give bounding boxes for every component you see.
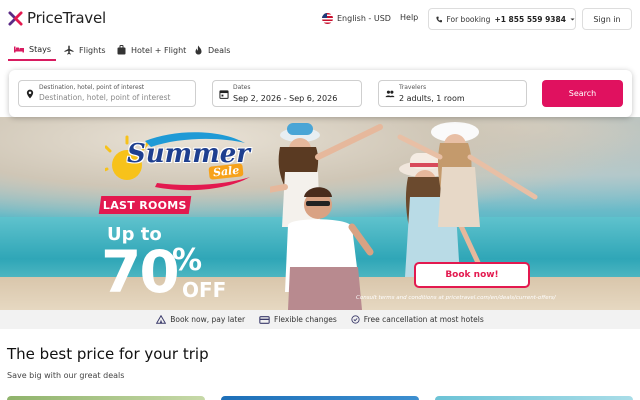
people-icon <box>385 90 395 98</box>
booking-phone-number: +1 855 559 9384 <box>494 14 566 24</box>
tab-deals-label: Deals <box>208 45 231 55</box>
travelers-field[interactable]: Travelers 2 adults, 1 room <box>378 80 527 107</box>
search-bar: Destination, hotel, point of interest Da… <box>9 70 632 117</box>
booking-prefix: For booking <box>446 14 491 24</box>
tab-flights-label: Flights <box>79 45 106 55</box>
bed-icon <box>14 44 24 54</box>
dates-label: Dates <box>233 84 251 91</box>
section-subtitle: Save big with our great deals <box>7 371 125 380</box>
tab-deals[interactable]: Deals <box>193 39 230 61</box>
deal-card[interactable] <box>7 396 205 400</box>
travelers-label: Travelers <box>399 84 427 91</box>
us-flag-icon <box>322 13 333 24</box>
tab-hotel-flight-label: Hotel + Flight <box>131 45 187 55</box>
sign-in-button[interactable]: Sign in <box>582 8 632 30</box>
benefits-strip: Book now, pay later Flexible changes Fre… <box>0 310 640 329</box>
destination-input[interactable] <box>39 93 189 102</box>
travelers-value: 2 adults, 1 room <box>399 94 465 103</box>
last-rooms-badge: LAST ROOMS <box>98 196 192 214</box>
terms-note[interactable]: Consult terms and conditions at pricetra… <box>356 295 556 301</box>
phone-icon <box>436 16 443 22</box>
last-rooms-text: LAST ROOMS <box>103 198 187 212</box>
help-link[interactable]: Help <box>400 13 418 22</box>
booking-phone-dropdown[interactable]: For booking +1 855 559 9384 <box>428 8 576 30</box>
logo[interactable]: PriceTravel <box>8 9 106 27</box>
discount-percent-sign: % <box>172 243 203 278</box>
suitcase-icon <box>116 45 126 55</box>
fire-icon <box>193 45 203 55</box>
benefit-free-cancellation-label: Free cancellation at most hotels <box>363 315 484 324</box>
logo-text: PriceTravel <box>27 9 106 27</box>
benefit-flexible-changes: Flexible changes <box>259 315 337 324</box>
section-title: The best price for your trip <box>7 345 209 363</box>
destination-field[interactable]: Destination, hotel, point of interest <box>18 80 196 107</box>
dates-value: Sep 2, 2026 - Sep 6, 2026 <box>233 94 338 103</box>
header: PriceTravel English - USD Help For booki… <box>0 0 640 38</box>
dates-field[interactable]: Dates Sep 2, 2026 - Sep 6, 2026 <box>212 80 362 107</box>
benefit-pay-later-label: Book now, pay later <box>170 315 246 324</box>
calendar-icon <box>219 90 229 99</box>
card-icon <box>259 315 270 324</box>
plane-icon <box>64 45 74 55</box>
chevron-down-icon <box>570 17 575 21</box>
benefit-flexible-changes-label: Flexible changes <box>274 315 337 324</box>
location-pin-icon <box>26 89 34 99</box>
discount-off-text: OFF <box>182 278 227 302</box>
language-selector[interactable]: English - USD <box>322 13 391 24</box>
check-circle-icon <box>351 315 360 324</box>
tab-stays-label: Stays <box>29 44 52 54</box>
language-label: English - USD <box>337 14 391 23</box>
tab-flights[interactable]: Flights <box>64 39 106 61</box>
summer-sale-banner[interactable]: Summer Sale LAST ROOMS Up to 70 % OFF Bo… <box>0 117 640 310</box>
deal-card[interactable] <box>435 396 633 400</box>
destination-label: Destination, hotel, point of interest <box>39 84 145 91</box>
logo-x-icon <box>8 10 23 26</box>
deal-card[interactable] <box>221 396 419 400</box>
benefit-pay-later: Book now, pay later <box>156 315 245 324</box>
book-now-button[interactable]: Book now! <box>414 262 530 288</box>
tab-stays[interactable]: Stays <box>8 39 56 61</box>
tent-icon <box>156 315 167 324</box>
benefit-free-cancellation: Free cancellation at most hotels <box>351 315 484 324</box>
discount-number: 70 <box>101 238 180 306</box>
product-tabs: Stays Flights Hotel + Flight Deals <box>0 39 640 63</box>
tab-hotel-flight[interactable]: Hotel + Flight <box>116 39 186 61</box>
search-button[interactable]: Search <box>542 80 623 107</box>
